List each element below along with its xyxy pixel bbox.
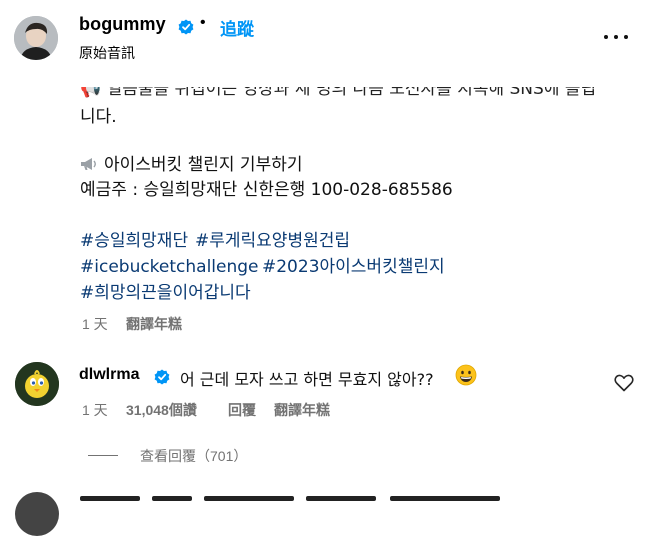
- audio-subtitle[interactable]: 原始音訊: [79, 43, 135, 63]
- divider-line: [88, 455, 118, 456]
- post-header: bogummy • 追蹤 原始音訊: [0, 0, 650, 72]
- next-commenter-avatar[interactable]: [15, 492, 59, 536]
- caption-line: 아이스버킷 챌린지 기부하기: [80, 154, 303, 177]
- hashtag-link[interactable]: #희망의끈을이어갑니다: [80, 282, 251, 305]
- hashtag-link[interactable]: #icebucketchallenge: [80, 256, 259, 279]
- author-avatar[interactable]: [14, 16, 58, 60]
- follow-button[interactable]: 追蹤: [220, 15, 254, 40]
- next-comment-partial: [80, 492, 510, 504]
- megaphone-icon: [81, 158, 96, 170]
- hashtag-link[interactable]: #승일희망재단: [80, 230, 188, 253]
- translate-button[interactable]: 翻譯年糕: [274, 400, 330, 420]
- verified-badge-icon: [178, 19, 194, 35]
- caption-line-partial: 📢 얼음물을 뒤집어쓴 영상과 세 명의 다음 도전자를 지목해 SNS에 올립: [80, 79, 597, 99]
- author-username[interactable]: bogummy: [79, 14, 166, 35]
- caption-timestamp[interactable]: 1 天: [82, 314, 108, 334]
- grinning-face-icon: [455, 364, 477, 386]
- caption-line: 예금주 : 승일희망재단 신한은행 100-028-685586: [80, 180, 453, 200]
- separator-dot: •: [200, 14, 206, 31]
- commenter-username[interactable]: dlwlrma: [79, 366, 139, 384]
- comment-text: 어 근데 모자 쓰고 하면 무효지 않아??: [180, 370, 434, 389]
- comment-likes-count[interactable]: 31,048個讚: [126, 400, 197, 420]
- more-options-icon[interactable]: [604, 28, 628, 44]
- hashtag-link[interactable]: #2023아이스버킷챌린지: [262, 256, 445, 279]
- verified-badge-icon: [154, 369, 170, 385]
- hashtag-link[interactable]: #루게릭요양병원건립: [195, 230, 350, 253]
- comment-timestamp[interactable]: 1 天: [82, 400, 108, 420]
- view-replies-label: 查看回覆（701）: [140, 448, 248, 464]
- caption-line: 니다.: [80, 107, 117, 127]
- heart-outline-icon[interactable]: [614, 374, 634, 392]
- translate-button[interactable]: 翻譯年糕: [126, 314, 182, 334]
- reply-button[interactable]: 回覆: [228, 400, 256, 420]
- caption-text: 아이스버킷 챌린지 기부하기: [104, 155, 303, 175]
- commenter-avatar[interactable]: [15, 362, 59, 406]
